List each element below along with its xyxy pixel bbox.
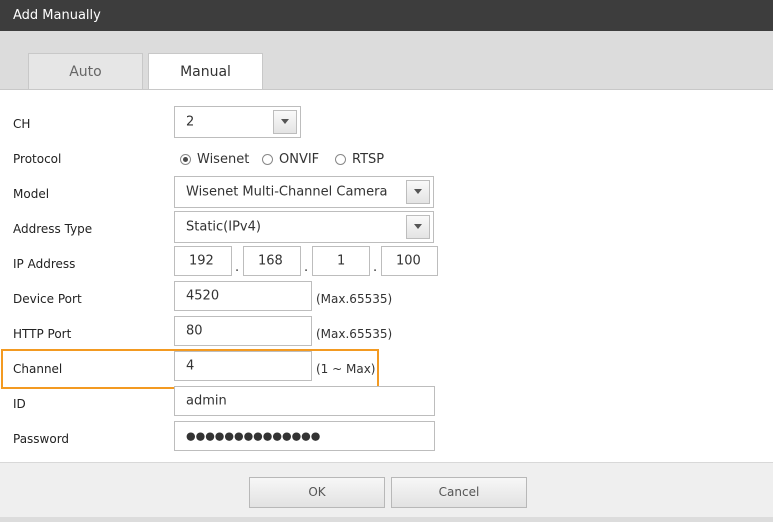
dialog-title: Add Manually [13,8,101,23]
protocol-option-label: RTSP [352,152,385,167]
chevron-down-icon [281,119,289,124]
password-value: ●●●●●●●●●●●●●● [186,429,321,443]
chevron-down-icon [414,224,422,229]
device-port-value: 4520 [186,288,220,304]
model-dropdown[interactable]: Wisenet Multi-Channel Camera [174,176,434,208]
dialog-footer: OK Cancel [0,462,773,522]
http-port-value: 80 [186,323,203,339]
address-type-dropdown[interactable]: Static(IPv4) [174,211,434,243]
id-label: ID [13,397,26,411]
ip-octet-value: 192 [189,253,214,269]
protocol-label: Protocol [13,152,62,166]
channel-hint: (1 ~ Max) [316,362,376,376]
address-type-value: Static(IPv4) [186,219,261,235]
address-type-label: Address Type [13,222,93,236]
dialog-titlebar: Add Manually [0,0,773,31]
http-port-label: HTTP Port [13,327,72,341]
model-value: Wisenet Multi-Channel Camera [186,184,388,200]
id-input[interactable]: admin [174,386,435,416]
device-port-hint: (Max.65535) [316,292,393,306]
password-input[interactable]: ●●●●●●●●●●●●●● [174,421,435,451]
channel-input[interactable]: 4 [174,351,312,381]
ip-octet-value: 1 [337,253,346,269]
ip-octet-1-input[interactable]: 192 [174,246,232,276]
ip-octet-4-input[interactable]: 100 [381,246,438,276]
http-port-hint: (Max.65535) [316,327,393,341]
ip-separator: . [235,260,240,275]
ip-octet-value: 168 [258,253,283,269]
http-port-input[interactable]: 80 [174,316,312,346]
cancel-button[interactable]: Cancel [391,477,527,508]
ch-label: CH [13,117,31,131]
device-port-label: Device Port [13,292,82,306]
protocol-radio-onvif[interactable]: ONVIF [262,152,319,167]
tab-bar: Auto Manual [0,31,773,91]
radio-selected-icon [180,154,191,165]
ip-octet-value: 100 [396,253,421,269]
channel-label: Channel [13,362,63,376]
ip-octet-2-input[interactable]: 168 [243,246,301,276]
manual-form: CH 2 Protocol Wisenet ONVIF RTSP Model W… [0,90,773,462]
ip-address-label: IP Address [13,257,76,271]
id-value: admin [186,393,227,409]
ip-separator: . [373,260,378,275]
device-port-input[interactable]: 4520 [174,281,312,311]
address-type-dropdown-button[interactable] [406,215,430,239]
chevron-down-icon [414,189,422,194]
model-dropdown-button[interactable] [406,180,430,204]
ch-dropdown-button[interactable] [273,110,297,134]
protocol-option-label: ONVIF [279,152,320,167]
ip-separator: . [304,260,309,275]
ok-button[interactable]: OK [249,477,385,508]
ch-dropdown[interactable]: 2 [174,106,301,138]
model-label: Model [13,187,50,201]
protocol-radio-rtsp[interactable]: RTSP [335,152,384,167]
tab-auto[interactable]: Auto [28,53,143,90]
password-label: Password [13,432,70,446]
protocol-radio-wisenet[interactable]: Wisenet [180,152,249,167]
protocol-option-label: Wisenet [197,152,250,167]
radio-icon [262,154,273,165]
channel-value: 4 [186,358,195,374]
ip-octet-3-input[interactable]: 1 [312,246,370,276]
tab-manual[interactable]: Manual [148,53,263,91]
background-window-edge [0,517,773,522]
radio-icon [335,154,346,165]
ch-value: 2 [186,114,195,130]
